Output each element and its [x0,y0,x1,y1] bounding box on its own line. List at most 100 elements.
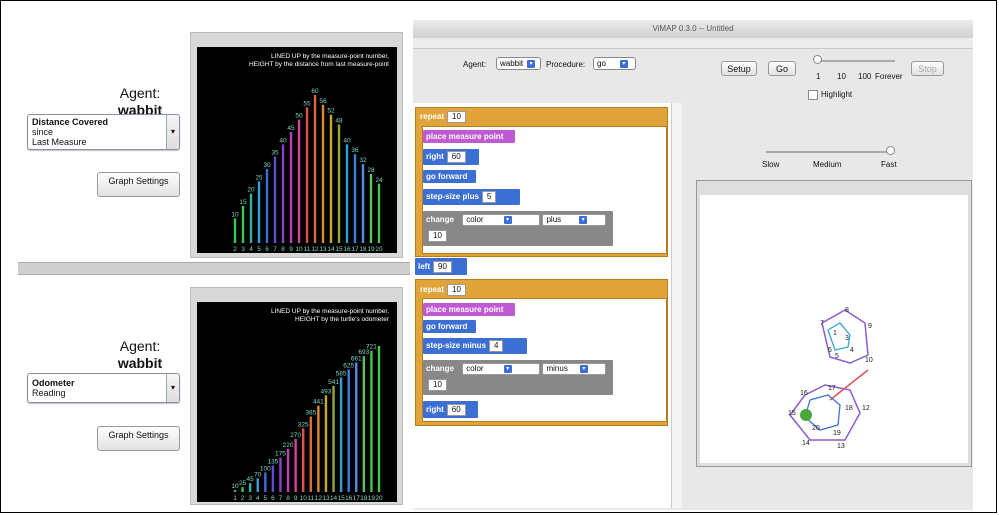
graph-settings-button-top[interactable]: Graph Settings [97,172,180,197]
bar-value-label: 45 [287,125,295,132]
bar-2 [241,487,244,492]
step-size-plus-block[interactable]: step-size plus 5 [423,189,520,205]
right-value[interactable]: 60 [446,403,466,416]
bar-11 [305,107,309,243]
change-color-plus-block[interactable]: change color ▾ plus ▾ 10 [423,211,613,246]
vimap-procedure-select[interactable]: go ▾ [593,57,636,70]
bar-7 [273,156,277,243]
stop-button[interactable]: Stop [911,61,944,76]
change-value[interactable]: 10 [428,230,447,242]
axis-tick-label: 3 [248,495,252,502]
go-forward-block-2[interactable]: go forward [423,320,476,333]
change-color-minus-block[interactable]: change color ▾ minus ▾ 10 [423,360,613,395]
axis-tick-label: 20 [375,495,383,502]
axis-tick-label: 19 [368,495,376,502]
change-attr-select[interactable]: color ▾ [462,362,541,375]
panel-divider [18,262,410,275]
speed-slider-track[interactable] [818,60,895,62]
axis-tick-label: 2 [233,246,237,253]
measure-dropdown-top[interactable]: Distance Covered since Last Measure ▾ [27,114,180,150]
hex-point-label: 6 [828,347,832,354]
change-value[interactable]: 10 [428,379,447,391]
change-op-value: minus [546,363,568,373]
change-op-select[interactable]: plus ▾ [542,213,607,226]
place-measure-point-block-2[interactable]: place measure point [423,303,515,316]
right-value[interactable]: 60 [446,150,466,163]
bar-3 [241,206,245,243]
hex-point-label: 18 [845,405,853,412]
bar-5 [264,472,267,492]
hex-point-label: 14 [802,440,810,447]
repeat-count[interactable]: 10 [447,111,466,123]
bar-12 [317,405,320,492]
change-op-select[interactable]: minus ▾ [542,362,607,375]
measure-dropdown-bottom[interactable]: Odometer Reading ▾ [27,373,180,403]
go-forward-block-1[interactable]: go forward [423,170,476,183]
highlight-checkbox[interactable] [808,90,818,100]
axis-tick-label: 8 [281,246,285,253]
bar-value-label: 325 [298,421,309,428]
bar-18 [361,164,365,243]
step-size-minus-block[interactable]: step-size minus 4 [423,338,527,354]
left-block[interactable]: left 90 [415,258,467,275]
speed-rate-knob[interactable] [886,146,895,155]
bar-value-label: 25 [255,174,263,181]
axis-tick-label: 6 [271,495,275,502]
place-measure-point-block-1[interactable]: place measure point [423,130,515,143]
axis-tick-label: 1 [233,495,237,502]
step-plus-value[interactable]: 5 [481,190,497,203]
left-value[interactable]: 90 [433,260,452,273]
graph-settings-button-bottom[interactable]: Graph Settings [97,426,180,451]
right-block-1[interactable]: right 60 [423,149,479,165]
bar-8 [286,448,290,492]
turtle-icon [800,409,812,421]
bar-value-label: 175 [275,451,286,458]
repeat-count[interactable]: 10 [447,284,466,296]
go-button[interactable]: Go [768,61,796,76]
chevron-down-icon: ▾ [579,364,588,373]
bar-value-label: 56 [319,98,327,105]
program-scrollbar[interactable] [671,103,682,508]
bar-value-label: 20 [247,187,255,194]
bar-value-label: 585 [336,370,347,377]
axis-tick-label: 16 [345,495,353,502]
bar-value-label: 270 [290,432,301,439]
bar-19 [369,173,373,243]
axis-tick-label: 9 [289,246,293,253]
speed-slider-knob[interactable] [813,55,822,64]
bar-value-label: 32 [359,157,367,164]
bar-value-label: 55 [303,100,311,107]
bar-value-label: 10 [231,483,239,490]
bar-value-label: 48 [335,118,343,125]
hex-point-label: 4 [850,347,854,354]
bar-4 [256,478,259,492]
hex-point-label: 5 [835,353,839,360]
bar-15 [337,124,341,243]
step-minus-value[interactable]: 4 [489,339,504,352]
axis-tick-label: 15 [335,246,343,253]
right-block-2[interactable]: right 60 [423,401,478,418]
hex-point-label: 10 [865,357,873,364]
bar-7 [279,457,282,492]
bar-15 [339,377,343,492]
speed-rate-track[interactable] [766,151,890,153]
bar-19 [370,350,373,492]
axis-tick-label: 15 [337,495,345,502]
bar-value-label: 45 [247,476,255,483]
world-canvas[interactable]: 7 8 9 1 3 4 6 5 10 16 17 18 12 15 20 19 14 13 [700,195,968,463]
axis-tick-label: 14 [327,246,335,253]
setup-button[interactable]: Setup [721,61,757,76]
chevron-down-icon: ▾ [619,59,628,68]
bar-value-label: 135 [267,459,278,466]
change-attr-select[interactable]: color ▾ [462,213,541,226]
axis-tick-label: 10 [295,246,303,253]
vimap-procedure-label: Procedure: [546,60,586,69]
bar-value-label: 385 [305,410,316,417]
graph-area-top: LINED UP by the measure-point number, HE… [197,47,397,253]
bar-20 [377,346,381,492]
axis-tick-label: 19 [367,246,375,253]
bar-9 [289,132,293,243]
axis-tick-label: 16 [343,246,351,253]
vimap-agent-select[interactable]: wabbit ▾ [496,57,541,70]
window-title: ViMAP 0.3.0 -- Untitled [652,24,734,33]
